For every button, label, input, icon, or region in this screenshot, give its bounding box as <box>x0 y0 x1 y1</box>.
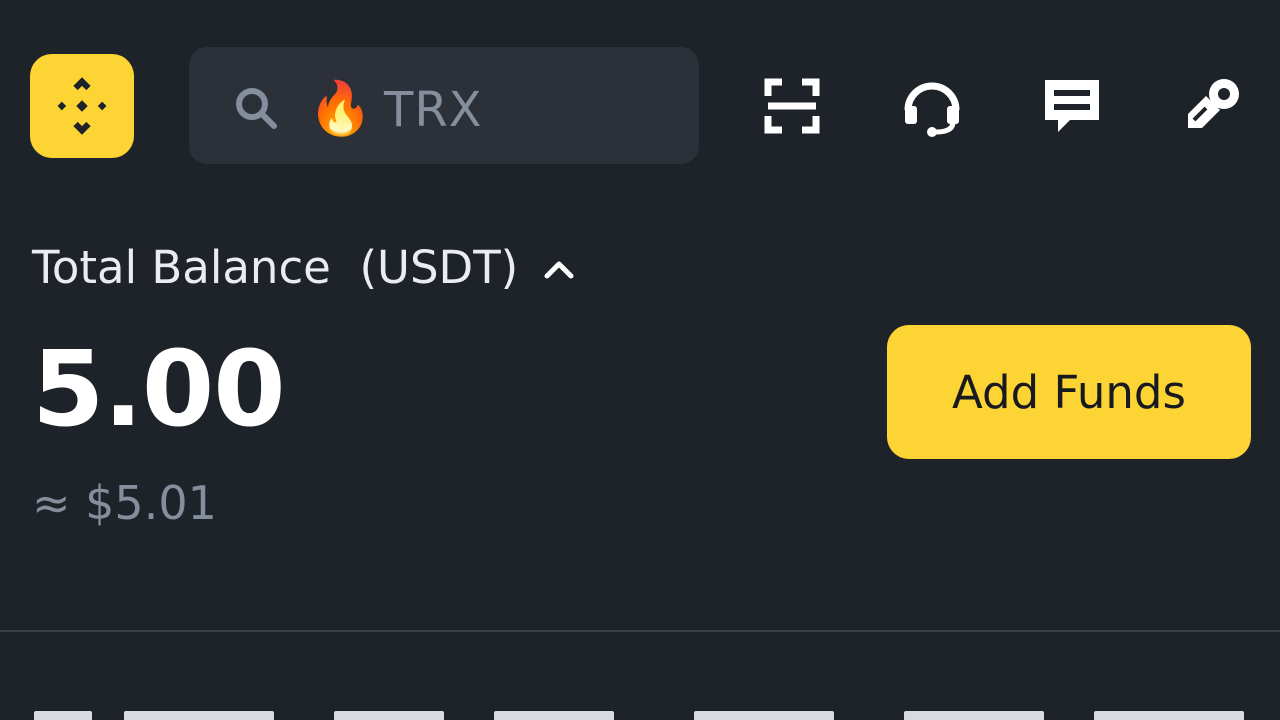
binance-logo-icon[interactable] <box>30 54 134 158</box>
balance-fiat-equivalent: ≈ $5.01 <box>32 476 217 530</box>
wallet-screen: 🔥 TRX Total Balance (USDT) 5.00 ≈ $5.01 … <box>0 0 1280 720</box>
chevron-up-icon[interactable] <box>542 254 576 284</box>
binance-logo-mark <box>57 77 107 135</box>
messages-icon[interactable] <box>1040 74 1104 138</box>
scan-icon[interactable] <box>760 74 824 138</box>
referral-icon[interactable] <box>1180 74 1244 138</box>
search-placeholder[interactable]: TRX <box>384 80 483 140</box>
add-funds-button[interactable]: Add Funds <box>887 325 1251 459</box>
section-divider <box>0 630 1280 632</box>
search-icon <box>232 84 280 132</box>
next-section-peek <box>34 705 1264 720</box>
total-balance-label[interactable]: Total Balance (USDT) <box>32 240 518 296</box>
total-balance-value: 5.00 <box>32 328 286 450</box>
fire-icon: 🔥 <box>308 79 373 139</box>
customer-support-icon[interactable] <box>900 74 964 138</box>
